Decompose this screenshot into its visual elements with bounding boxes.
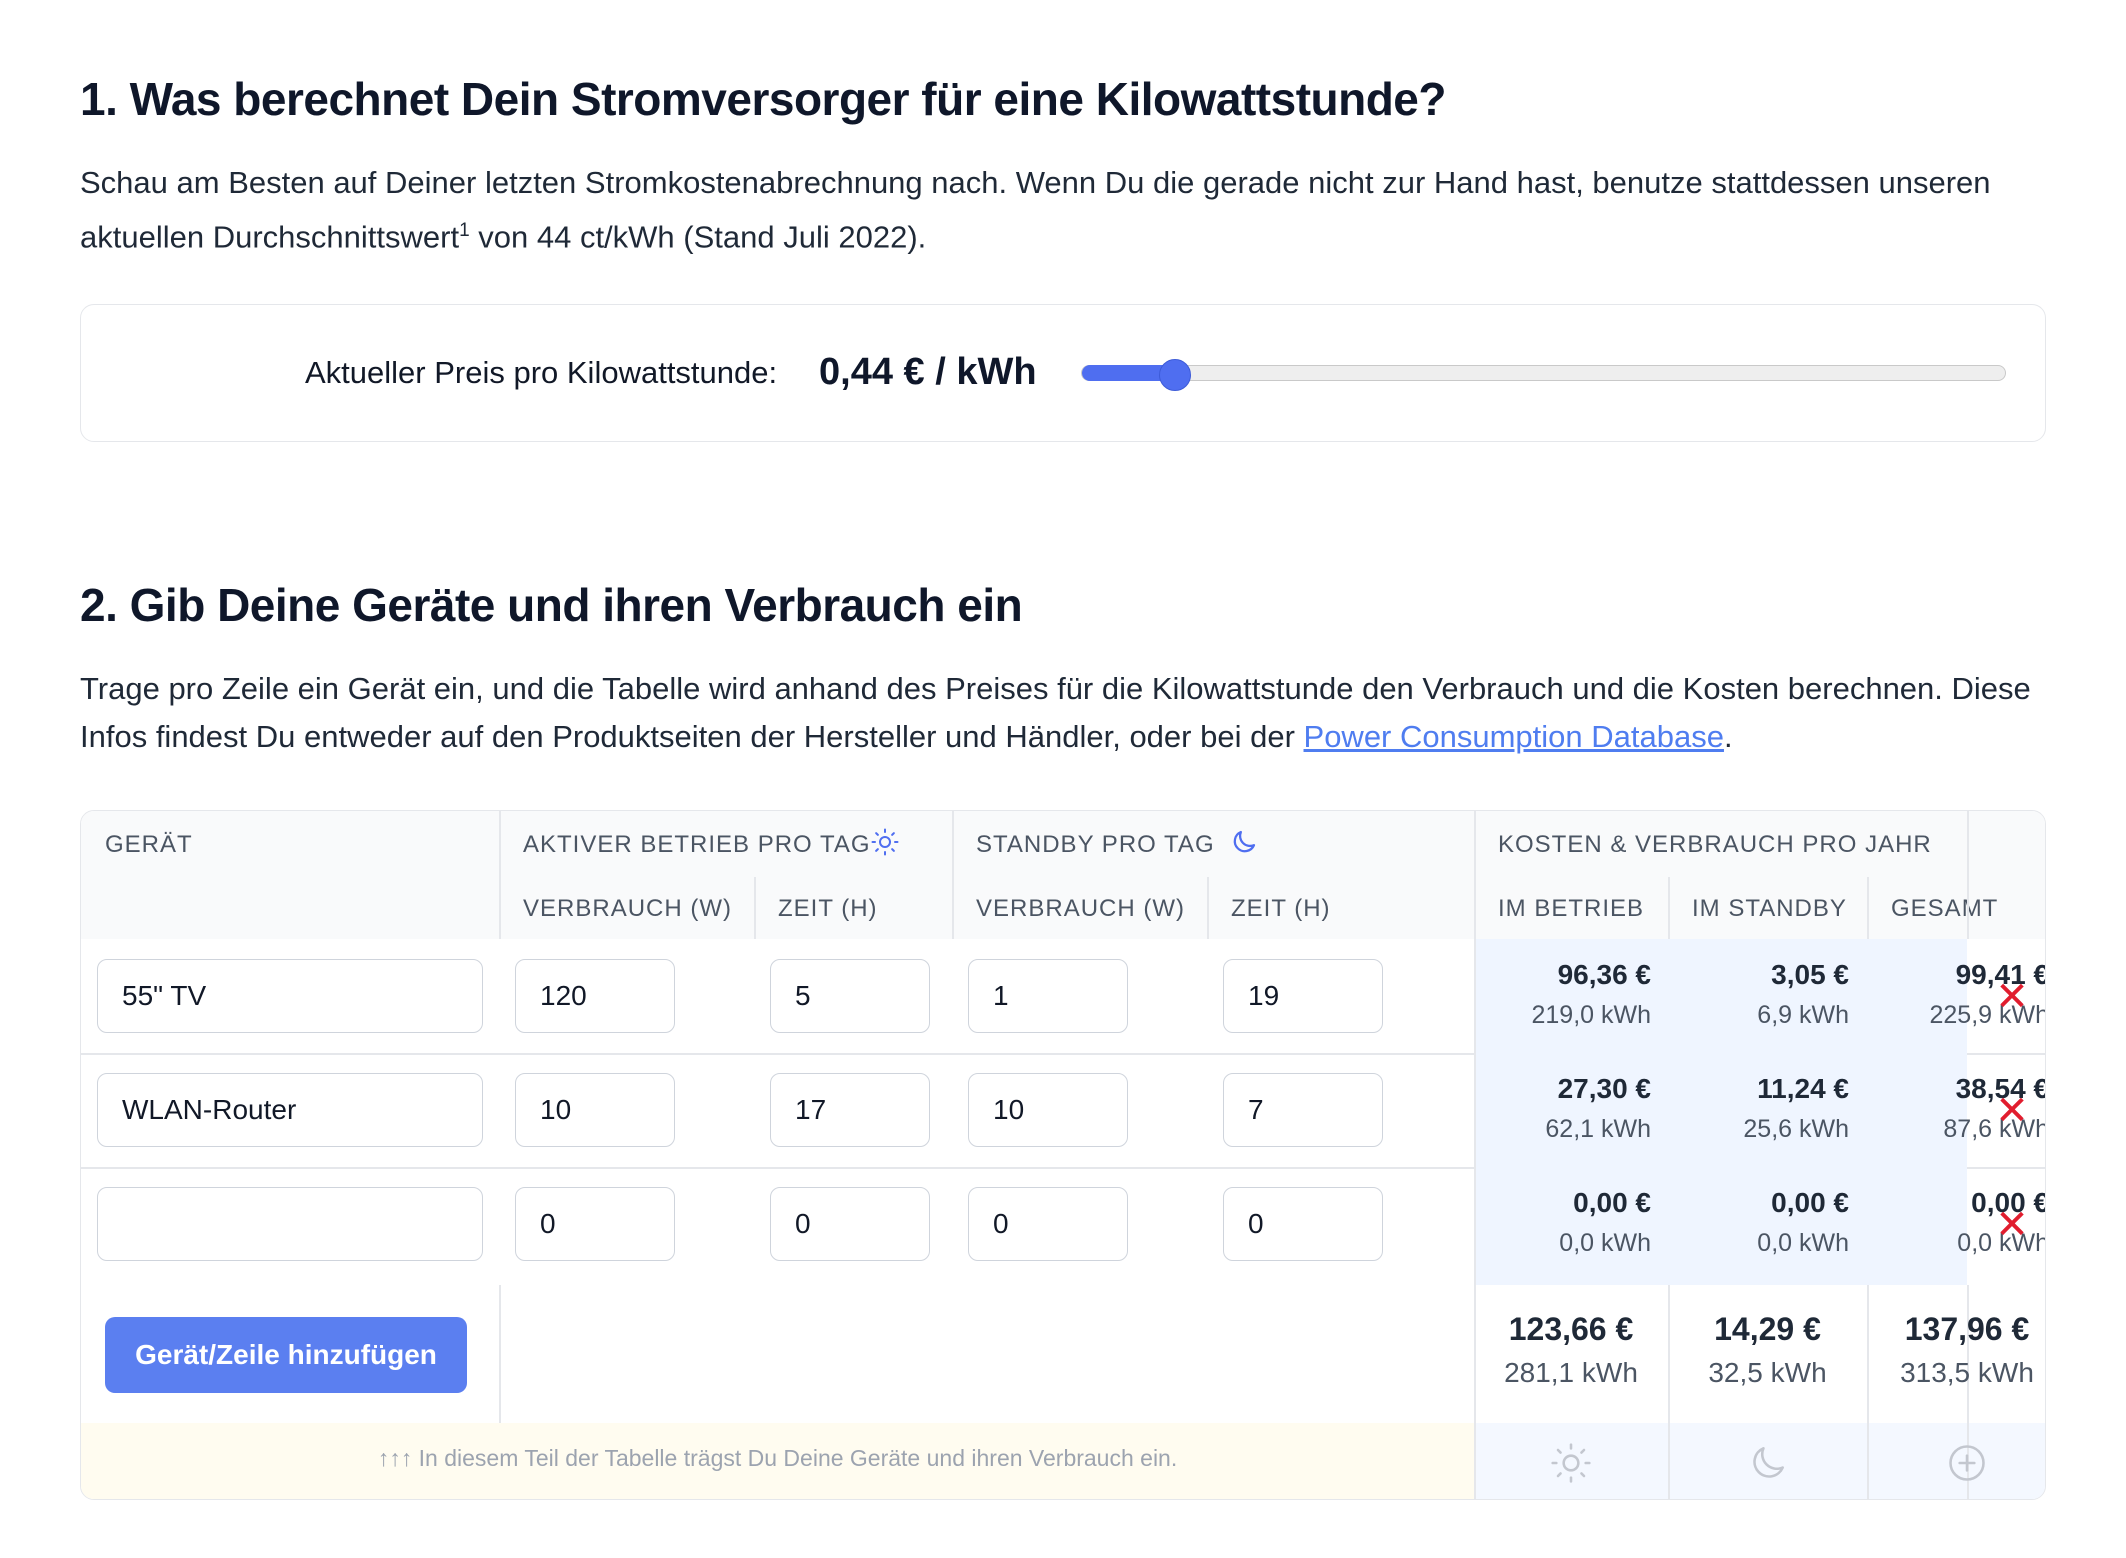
- sun-icon: [1549, 1441, 1593, 1485]
- section-1-heading: 1. Was berechnet Dein Stromversorger für…: [80, 73, 1447, 125]
- moon-icon: [1746, 1441, 1790, 1485]
- header-active-time: ZEIT (H): [778, 895, 878, 922]
- kwh-standby: 25,6 kWh: [1743, 1115, 1849, 1143]
- total-cost-total: 137,96 €: [1904, 1311, 2030, 1347]
- cost-active: 0,00 €: [1573, 1187, 1651, 1218]
- header-standby-time: ZEIT (H): [1231, 895, 1331, 922]
- add-device-button[interactable]: Gerät/Zeile hinzufügen: [105, 1317, 467, 1393]
- header-cost-total: GESAMT: [1891, 895, 1999, 922]
- total-kwh-standby: 32,5 kWh: [1708, 1357, 1827, 1388]
- kwh-standby: 0,0 kWh: [1757, 1229, 1849, 1257]
- header-cost-active: IM BETRIEB: [1498, 895, 1645, 922]
- header-active: AKTIVER BETRIEB PRO TAG: [523, 831, 871, 858]
- moon-icon: [1229, 827, 1259, 857]
- price-value: 0,44 € / kWh: [819, 351, 1037, 393]
- active-time-input[interactable]: 0: [770, 1187, 930, 1261]
- active-time-input[interactable]: 5: [770, 959, 930, 1033]
- delete-row-button[interactable]: ✕: [1992, 1091, 2032, 1131]
- power-consumption-database-link[interactable]: Power Consumption Database: [1304, 719, 1724, 754]
- active-time-input[interactable]: 17: [770, 1073, 930, 1147]
- header-costs: KOSTEN & VERBRAUCH PRO JAHR: [1498, 831, 1932, 858]
- grid-line: [499, 1285, 501, 1423]
- cost-standby: 0,00 €: [1771, 1187, 1849, 1218]
- grid-line: [499, 811, 501, 939]
- price-label: Aktueller Preis pro Kilowattstunde:: [305, 355, 778, 390]
- section-1-description: Schau am Besten auf Deiner letzten Strom…: [80, 159, 2040, 261]
- header-standby: STANDBY PRO TAG: [976, 831, 1215, 858]
- price-slider[interactable]: [1081, 364, 2006, 381]
- header-active-watt: VERBRAUCH (W): [523, 895, 732, 922]
- delete-row-button[interactable]: ✕: [1992, 1205, 2032, 1245]
- kwh-active: 0,0 kWh: [1559, 1229, 1651, 1257]
- header-device: GERÄT: [105, 831, 193, 858]
- plus-circle-icon: [1945, 1441, 1989, 1485]
- table-row: 55" TV 120 5 1 19 96,36 € 219,0 kWh 3,05…: [81, 939, 2045, 1053]
- section-2-description: Trage pro Zeile ein Gerät ein, und die T…: [80, 665, 2060, 761]
- active-watt-input[interactable]: 0: [515, 1187, 675, 1261]
- total-cost-standby: 14,29 €: [1714, 1311, 1821, 1347]
- cost-active: 27,30 €: [1557, 1073, 1651, 1104]
- device-name-input[interactable]: [97, 1187, 483, 1261]
- header-standby-watt: VERBRAUCH (W): [976, 895, 1185, 922]
- standby-watt-input[interactable]: 1: [968, 959, 1128, 1033]
- active-watt-input[interactable]: 120: [515, 959, 675, 1033]
- section-2-text: Trage pro Zeile ein Gerät ein, und die T…: [80, 671, 2031, 754]
- table-row: WLAN-Router 10 17 10 7 27,30 € 62,1 kWh …: [81, 1053, 2045, 1167]
- kwh-active: 219,0 kWh: [1531, 1001, 1651, 1029]
- device-table: GERÄT AKTIVER BETRIEB PRO TAG STANDBY PR…: [80, 810, 2046, 1500]
- table-row: 0 0 0 0 0,00 € 0,0 kWh 0,00 € 0,0 kWh 0,…: [81, 1167, 2045, 1285]
- grid-line: [1967, 811, 1969, 939]
- active-watt-input[interactable]: 10: [515, 1073, 675, 1147]
- cost-standby: 3,05 €: [1771, 959, 1849, 990]
- kwh-active: 62,1 kWh: [1545, 1115, 1651, 1143]
- section-1-text-end: von 44 ct/kWh (Stand Juli 2022).: [469, 219, 927, 255]
- standby-time-input[interactable]: 19: [1223, 959, 1383, 1033]
- section-2-heading: 2. Gib Deine Geräte und ihren Verbrauch …: [80, 579, 1023, 631]
- section-2-text-end: .: [1723, 719, 1733, 754]
- total-kwh-active: 281,1 kWh: [1504, 1357, 1638, 1388]
- standby-time-input[interactable]: 7: [1223, 1073, 1383, 1147]
- price-card: Aktueller Preis pro Kilowattstunde: 0,44…: [80, 304, 2046, 442]
- device-name-input[interactable]: 55" TV: [97, 959, 483, 1033]
- delete-row-button[interactable]: ✕: [1992, 977, 2032, 1017]
- table-hint: ↑↑↑ In diesem Teil der Tabelle trägst Du…: [377, 1445, 1178, 1471]
- cost-active: 96,36 €: [1557, 959, 1651, 990]
- grid-line: [1207, 877, 1209, 939]
- total-kwh-total: 313,5 kWh: [1900, 1357, 2034, 1388]
- sun-icon: [870, 827, 900, 857]
- total-cost-active: 123,66 €: [1508, 1311, 1634, 1347]
- grid-line: [1867, 877, 1869, 939]
- standby-watt-input[interactable]: 0: [968, 1187, 1128, 1261]
- header-cost-standby: IM STANDBY: [1692, 895, 1847, 922]
- cost-standby: 11,24 €: [1757, 1073, 1849, 1104]
- section-1-text: Schau am Besten auf Deiner letzten Strom…: [80, 165, 1991, 255]
- footnote-marker[interactable]: 1: [459, 220, 470, 241]
- standby-watt-input[interactable]: 10: [968, 1073, 1128, 1147]
- grid-line: [1668, 877, 1670, 939]
- standby-time-input[interactable]: 0: [1223, 1187, 1383, 1261]
- grid-line: [754, 877, 756, 939]
- kwh-standby: 6,9 kWh: [1757, 1001, 1849, 1029]
- device-name-input[interactable]: WLAN-Router: [97, 1073, 483, 1147]
- grid-line: [952, 811, 954, 939]
- price-slider-thumb[interactable]: [1159, 359, 1191, 391]
